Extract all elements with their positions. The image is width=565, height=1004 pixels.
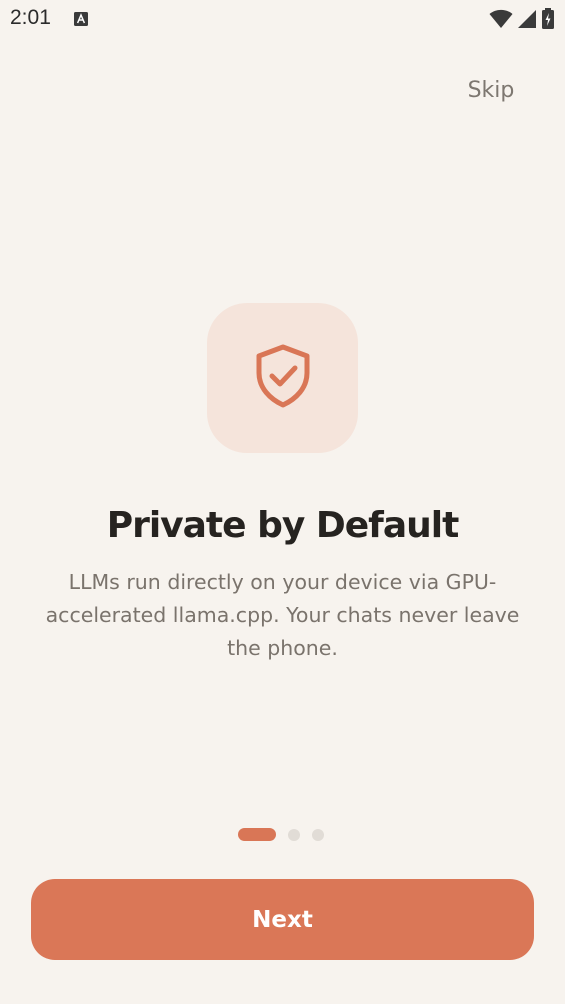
next-button[interactable]: Next [31,879,534,960]
wifi-icon [489,9,513,29]
status-icons [489,8,555,30]
onboarding-title: Private by Default [106,505,460,546]
signal-icon [517,9,537,29]
a-notification-icon [74,11,88,26]
feature-icon-tile [207,303,358,453]
skip-button[interactable]: Skip [456,72,526,108]
onboarding-description: LLMs run directly on your device via GPU… [45,570,520,660]
page-dot [288,828,300,841]
shield-check-icon [252,342,314,414]
status-time: 2:01 [10,6,51,29]
page-dot [312,828,324,841]
battery-charging-icon [541,8,555,30]
status-bar: 2:01 [0,0,565,38]
page-dot-active [238,828,276,841]
page-indicator [238,828,324,841]
